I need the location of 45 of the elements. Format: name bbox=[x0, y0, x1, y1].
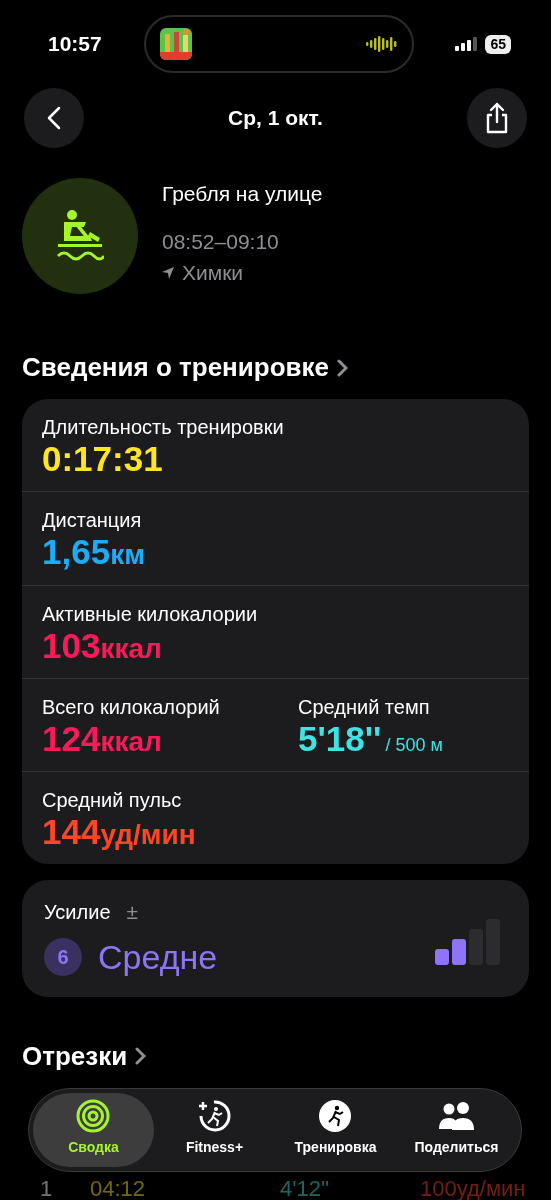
tab-item[interactable]: Сводка bbox=[33, 1093, 154, 1167]
effort-number: 6 bbox=[44, 938, 82, 977]
rowing-icon bbox=[56, 210, 104, 262]
metric-label: Длительность тренировки bbox=[42, 415, 285, 439]
tab-item[interactable]: Fitness+ bbox=[154, 1093, 275, 1167]
split-cell-text: 100уд/мин bbox=[420, 1175, 527, 1200]
fitness-plus-icon bbox=[196, 1099, 233, 1133]
metric-label: Всего килокалорий bbox=[42, 694, 221, 719]
people-icon bbox=[438, 1099, 475, 1133]
workout-location: Химки bbox=[182, 260, 244, 286]
location-arrow-icon bbox=[162, 266, 174, 279]
waveform-icon bbox=[365, 34, 398, 54]
adjust-sign: ± bbox=[126, 899, 139, 926]
metric-value: 124ккал bbox=[42, 718, 163, 759]
metric-label: Средний пульс bbox=[42, 788, 183, 812]
back-icon bbox=[47, 106, 61, 130]
activity-rings-icon bbox=[75, 1099, 112, 1133]
metric-value: 144уд/мин bbox=[42, 812, 197, 853]
tab-item[interactable]: Поделиться bbox=[396, 1093, 517, 1167]
battery-level: 65 bbox=[485, 34, 511, 54]
metric-value: 5'18''/ 500 м bbox=[298, 718, 444, 759]
effort-text: Средне bbox=[98, 936, 218, 978]
chevron-right-icon bbox=[135, 1047, 147, 1066]
status-time: 10:57 bbox=[48, 31, 102, 58]
tab-item[interactable]: Тренировка bbox=[275, 1093, 396, 1167]
metric-value: 103ккал bbox=[42, 625, 163, 666]
metric-value: 0:17:31 bbox=[42, 439, 164, 480]
running-figure-icon bbox=[317, 1099, 354, 1133]
metric-label: Дистанция bbox=[42, 508, 143, 533]
metric-label: Средний темп bbox=[298, 694, 431, 719]
share-icon bbox=[484, 102, 510, 134]
split-cell-text: 4'12'' bbox=[280, 1175, 331, 1200]
signal-icon bbox=[455, 37, 478, 51]
metric-value: 1,65км bbox=[42, 532, 146, 573]
section-heading-link[interactable]: Сведения о тренировке bbox=[0, 294, 551, 399]
metric-label: Активные килокалории bbox=[42, 601, 259, 626]
chevron-right-icon bbox=[337, 358, 348, 377]
workout-name: Гребля на улице bbox=[162, 181, 323, 207]
effort-card[interactable]: Усилие ± 6 Средне bbox=[22, 880, 529, 997]
split-cell-text: 04:12 bbox=[90, 1175, 147, 1200]
split-cell-text: 1 bbox=[40, 1175, 54, 1200]
section-heading-link[interactable]: Отрезки bbox=[0, 996, 551, 1088]
workout-time: 08:52–09:10 bbox=[162, 228, 280, 255]
page-title: Ср, 1 окт. bbox=[228, 105, 323, 132]
effort-label: Усилие bbox=[44, 900, 111, 924]
